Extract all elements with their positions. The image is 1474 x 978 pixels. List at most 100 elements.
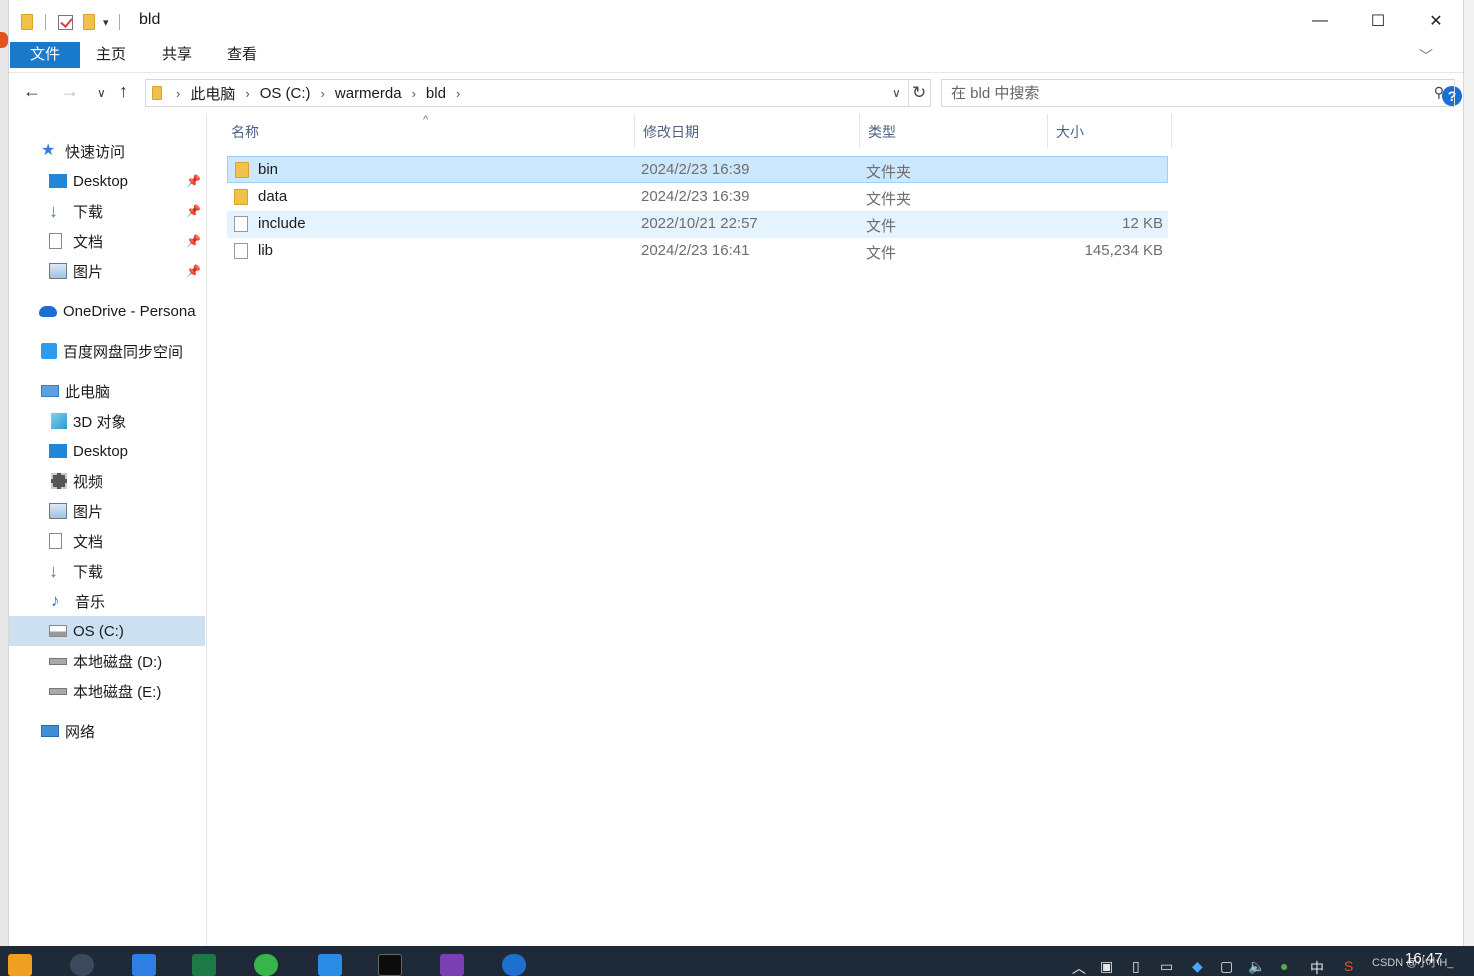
show-hidden-icons-chevron-icon[interactable]: ︿ xyxy=(1072,958,1086,978)
sogou-ime-icon[interactable]: S xyxy=(1344,958,1353,974)
visual-studio-icon[interactable] xyxy=(440,954,464,976)
close-button[interactable]: ✕ xyxy=(1407,0,1465,42)
feishu-icon[interactable] xyxy=(132,954,156,976)
nav-documents[interactable]: 文档 xyxy=(9,526,205,556)
nav-label: 图片 xyxy=(73,503,104,521)
excel-icon[interactable] xyxy=(192,954,216,976)
folder-icon[interactable] xyxy=(21,14,33,30)
tab-home[interactable]: 主页 xyxy=(87,42,135,68)
back-arrow-icon[interactable]: ← xyxy=(23,81,41,102)
forward-arrow-icon[interactable]: → xyxy=(61,81,79,102)
search-box[interactable]: ⚲ xyxy=(941,79,1455,107)
file-row-lib[interactable]: lib 2024/2/23 16:41 文件 145,234 KB xyxy=(227,238,1168,265)
new-folder-icon[interactable] xyxy=(83,14,95,30)
toolbar-divider xyxy=(118,14,120,30)
breadcrumb-this-pc[interactable]: 此电脑 xyxy=(190,83,235,104)
tray-app-icon[interactable]: ▣ xyxy=(1100,958,1113,975)
input-method-indicator[interactable]: 中 xyxy=(1310,958,1324,978)
network-status-icon[interactable]: ▢ xyxy=(1220,958,1233,975)
nav-local-disk-e[interactable]: 本地磁盘 (E:) xyxy=(9,676,205,706)
terminal-icon[interactable] xyxy=(378,954,402,976)
tray-usb-icon[interactable]: ▯ xyxy=(1132,958,1140,975)
file-row-include[interactable]: include 2022/10/21 22:57 文件 12 KB xyxy=(227,211,1168,238)
file-row-bin[interactable]: bin 2024/2/23 16:39 文件夹 xyxy=(227,156,1168,183)
chevron-right-icon[interactable]: › xyxy=(176,86,180,101)
column-header-modified[interactable]: 修改日期 xyxy=(635,114,860,148)
nav-pictures[interactable]: 图片 xyxy=(9,496,205,526)
properties-icon[interactable] xyxy=(58,14,73,30)
tray-wechat-icon[interactable]: ● xyxy=(1280,958,1288,974)
file-type: 文件夹 xyxy=(866,191,912,208)
file-name: lib xyxy=(258,242,274,259)
breadcrumb-os-c[interactable]: OS (C:) xyxy=(260,85,311,102)
pin-icon[interactable]: 📌 xyxy=(186,234,201,248)
column-header-name[interactable]: 名称 xyxy=(208,114,635,148)
nav-onedrive[interactable]: OneDrive - Persona xyxy=(9,296,205,326)
search-input[interactable] xyxy=(942,80,1422,106)
nav-videos[interactable]: 视频 xyxy=(9,466,205,496)
nav-downloads-pinned[interactable]: ↓ 下载 📌 xyxy=(9,196,205,226)
nav-os-c-drive[interactable]: OS (C:) xyxy=(9,616,205,646)
customize-toolbar-dropdown-icon[interactable]: ▾ xyxy=(103,16,109,29)
network-icon xyxy=(41,725,59,737)
browser-icon[interactable] xyxy=(502,954,526,976)
breadcrumb-bld[interactable]: bld xyxy=(426,85,446,102)
chevron-right-icon[interactable]: › xyxy=(245,86,249,101)
tab-share[interactable]: 共享 xyxy=(153,42,201,68)
nav-label: 网络 xyxy=(65,723,96,741)
pin-icon[interactable]: 📌 xyxy=(186,174,201,188)
column-header-type[interactable]: 类型 xyxy=(860,114,1048,148)
address-row: ← → ∨ ↑ › 此电脑 › OS (C:) › warmerda › bld… xyxy=(9,72,1463,114)
taskbar: ︿ ▣ ▯ ▭ ◆ ▢ 🔈 ● 中 S CSDN @小小H_ 16:47 xyxy=(0,946,1474,976)
nav-3d-objects[interactable]: 3D 对象 xyxy=(9,406,205,436)
nav-quick-access[interactable]: ★ 快速访问 xyxy=(9,136,205,166)
picture-icon xyxy=(49,503,67,519)
file-icon xyxy=(234,216,248,232)
search-icon[interactable]: ⚲ xyxy=(1434,84,1444,101)
nav-desktop-pinned[interactable]: Desktop 📌 xyxy=(9,166,205,196)
up-arrow-icon[interactable]: ↑ xyxy=(119,81,128,102)
file-explorer-window: ▾ bld — ☐ ✕ 文件 主页 共享 查看 ﹀ ? ← → ∨ ↑ › 此电… xyxy=(8,0,1464,946)
nav-this-pc[interactable]: 此电脑 xyxy=(9,376,205,406)
chevron-right-icon[interactable]: › xyxy=(456,86,460,101)
expand-ribbon-chevron-icon[interactable]: ﹀ xyxy=(1419,46,1433,66)
nav-desktop[interactable]: Desktop xyxy=(9,436,205,466)
refresh-icon[interactable]: ↻ xyxy=(912,83,926,103)
taskbar-clock[interactable]: 16:47 xyxy=(1405,950,1443,967)
pin-icon[interactable]: 📌 xyxy=(186,204,201,218)
crowd-app-icon[interactable] xyxy=(318,954,342,976)
sublime-text-icon[interactable] xyxy=(8,954,32,976)
recent-locations-chevron-icon[interactable]: ∨ xyxy=(97,86,106,100)
wechat-icon[interactable] xyxy=(254,954,278,976)
nav-local-disk-d[interactable]: 本地磁盘 (D:) xyxy=(9,646,205,676)
nav-baidu-sync[interactable]: 百度网盘同步空间 xyxy=(9,336,205,366)
tray-battery-icon[interactable]: ▭ xyxy=(1160,958,1173,975)
toolbar-divider xyxy=(45,14,46,30)
tab-file[interactable]: 文件 xyxy=(10,42,80,68)
breadcrumb-warmerda[interactable]: warmerda xyxy=(335,85,402,102)
file-size: 12 KB xyxy=(1122,215,1163,232)
nav-network[interactable]: 网络 xyxy=(9,716,205,746)
nav-pictures-pinned[interactable]: 图片 📌 xyxy=(9,256,205,286)
nav-documents-pinned[interactable]: 文档 📌 xyxy=(9,226,205,256)
column-header-size[interactable]: 大小 xyxy=(1048,114,1172,148)
nav-label: 文档 xyxy=(73,533,104,551)
tab-view[interactable]: 查看 xyxy=(218,42,266,68)
nav-label: Desktop xyxy=(73,442,129,460)
chevron-right-icon[interactable]: › xyxy=(321,86,325,101)
address-bar[interactable]: › 此电脑 › OS (C:) › warmerda › bld › ∨ ↻ xyxy=(145,79,931,107)
tray-feishu-icon[interactable]: ◆ xyxy=(1192,958,1203,975)
nav-label: 文档 xyxy=(73,233,104,251)
settings-gear-icon[interactable] xyxy=(70,954,94,976)
maximize-button[interactable]: ☐ xyxy=(1349,0,1407,42)
file-list: ^ 名称 修改日期 类型 大小 bin 2024/2/23 16:39 文件夹 … xyxy=(208,114,1464,946)
chevron-right-icon[interactable]: › xyxy=(412,86,416,101)
nav-downloads[interactable]: ↓ 下载 xyxy=(9,556,205,586)
download-arrow-icon: ↓ xyxy=(49,201,58,221)
pin-icon[interactable]: 📌 xyxy=(186,264,201,278)
address-history-chevron-icon[interactable]: ∨ xyxy=(892,86,901,100)
minimize-button[interactable]: — xyxy=(1291,0,1349,42)
nav-music[interactable]: ♪ 音乐 xyxy=(9,586,205,616)
volume-icon[interactable]: 🔈 xyxy=(1248,958,1265,975)
file-row-data[interactable]: data 2024/2/23 16:39 文件夹 xyxy=(227,184,1168,211)
